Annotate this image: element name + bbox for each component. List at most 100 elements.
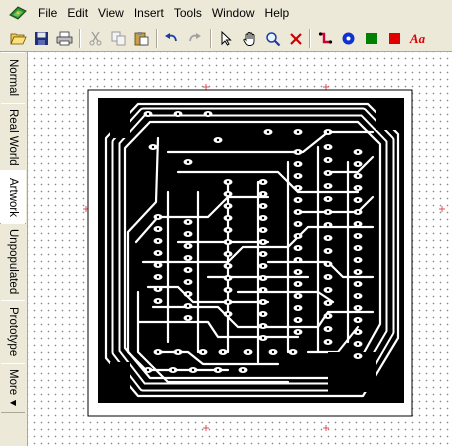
drill-hole xyxy=(226,192,230,196)
pcb-artwork xyxy=(83,84,445,431)
save-icon[interactable] xyxy=(31,28,52,49)
copy-icon[interactable] xyxy=(108,28,129,49)
drill-hole xyxy=(326,210,330,214)
drill-hole xyxy=(296,294,300,298)
pcb-canvas[interactable] xyxy=(28,52,452,446)
via-tool-icon[interactable] xyxy=(338,28,359,49)
drill-hole xyxy=(191,368,195,372)
tab-prototype[interactable]: Prototype xyxy=(1,300,25,364)
drill-hole xyxy=(356,150,360,154)
undo-icon[interactable] xyxy=(161,28,182,49)
drill-hole xyxy=(156,251,160,255)
tab-label: Normal xyxy=(7,59,19,97)
text-tool-button[interactable]: Aa xyxy=(407,28,428,49)
drill-hole xyxy=(261,252,265,256)
drill-hole xyxy=(296,282,300,286)
print-icon[interactable] xyxy=(54,28,75,49)
toolbar-separator xyxy=(309,29,311,48)
drill-hole xyxy=(146,368,150,372)
tab-more[interactable]: More ◀ xyxy=(1,363,25,413)
drill-hole xyxy=(356,258,360,262)
zoom-icon[interactable] xyxy=(262,28,283,49)
drill-hole xyxy=(326,249,330,253)
drill-hole xyxy=(326,130,330,134)
tab-unpopulated[interactable]: Unpopulated xyxy=(1,223,25,301)
drill-hole xyxy=(296,150,300,154)
pad-tool-icon[interactable] xyxy=(361,28,382,49)
drill-hole xyxy=(156,275,160,279)
drill-hole xyxy=(326,223,330,227)
drill-hole xyxy=(326,236,330,240)
drill-hole xyxy=(246,350,250,354)
drill-hole xyxy=(216,368,220,372)
drill-hole xyxy=(226,180,230,184)
drill-hole xyxy=(356,342,360,346)
drill-hole xyxy=(226,228,230,232)
menu-window[interactable]: Window xyxy=(207,0,260,26)
menu-help[interactable]: Help xyxy=(260,0,295,26)
tab-real-world[interactable]: Real World xyxy=(1,103,25,171)
drill-hole xyxy=(296,330,300,334)
tab-label: Prototype xyxy=(7,307,19,357)
drill-hole xyxy=(261,216,265,220)
drill-hole xyxy=(201,350,205,354)
cut-icon[interactable] xyxy=(85,28,106,49)
paste-icon[interactable] xyxy=(131,28,152,49)
open-icon[interactable] xyxy=(8,28,29,49)
drill-hole xyxy=(146,112,150,116)
drill-hole xyxy=(156,227,160,231)
drill-hole xyxy=(326,184,330,188)
drill-hole xyxy=(176,350,180,354)
drill-hole xyxy=(356,174,360,178)
toolbar: Aa xyxy=(0,26,452,52)
menu-file[interactable]: File xyxy=(33,0,62,26)
text-tool-label: Aa xyxy=(409,30,426,46)
drill-hole xyxy=(326,301,330,305)
menu-edit[interactable]: Edit xyxy=(62,0,93,26)
drill-hole xyxy=(326,288,330,292)
drill-hole xyxy=(261,300,265,304)
drill-hole xyxy=(186,232,190,236)
drill-hole xyxy=(226,312,230,316)
tab-label: Real World xyxy=(7,108,19,166)
hand-pan-icon[interactable] xyxy=(239,28,260,49)
drill-hole xyxy=(156,299,160,303)
tab-artwork[interactable]: Artwork xyxy=(0,170,26,224)
drill-hole xyxy=(186,160,190,164)
drill-hole xyxy=(186,244,190,248)
redo-icon[interactable] xyxy=(184,28,205,49)
drill-hole xyxy=(296,306,300,310)
wire-tool-icon[interactable] xyxy=(315,28,336,49)
menu-insert[interactable]: Insert xyxy=(129,0,169,26)
drill-hole xyxy=(261,336,265,340)
tab-normal[interactable]: Normal xyxy=(1,52,25,104)
drill-hole xyxy=(291,350,295,354)
drill-hole xyxy=(356,210,360,214)
drill-hole xyxy=(186,280,190,284)
drill-hole xyxy=(261,276,265,280)
menu-view[interactable]: View xyxy=(93,0,129,26)
drill-hole xyxy=(296,234,300,238)
drill-hole xyxy=(356,354,360,358)
toolbar-separator xyxy=(210,29,212,48)
drill-hole xyxy=(261,192,265,196)
drill-hole xyxy=(356,306,360,310)
drill-hole xyxy=(296,270,300,274)
drill-hole xyxy=(326,197,330,201)
drill-hole xyxy=(356,270,360,274)
select-arrow-icon[interactable] xyxy=(216,28,237,49)
app-logo-icon[interactable] xyxy=(8,3,28,23)
drill-hole xyxy=(186,256,190,260)
drill-hole xyxy=(261,324,265,328)
drill-hole xyxy=(226,240,230,244)
drill-hole xyxy=(186,268,190,272)
drill-hole xyxy=(226,204,230,208)
drill-hole xyxy=(326,327,330,331)
fill-tool-icon[interactable] xyxy=(384,28,405,49)
drill-hole xyxy=(296,174,300,178)
delete-x-icon[interactable] xyxy=(285,28,306,49)
drill-hole xyxy=(356,294,360,298)
menu-tools[interactable]: Tools xyxy=(169,0,207,26)
drill-hole xyxy=(356,318,360,322)
drill-hole xyxy=(296,130,300,134)
